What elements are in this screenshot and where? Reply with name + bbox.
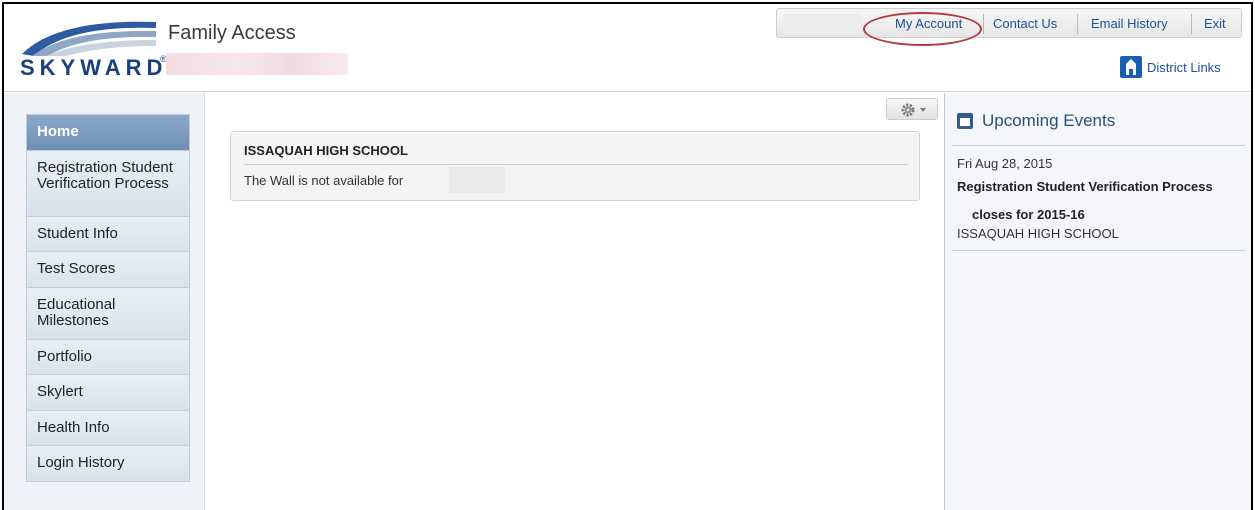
gear-icon — [901, 103, 926, 117]
redacted-user-name — [166, 53, 348, 75]
school-name: ISSAQUAH HIGH SCHOOL — [244, 143, 408, 158]
events-divider — [952, 250, 1245, 251]
contact-us-link[interactable]: Contact Us — [993, 16, 1057, 31]
sidebar-item-health-info[interactable]: Health Info — [27, 410, 189, 445]
nav-divider — [983, 14, 984, 34]
page-header: SKYWARD ® Family Access My Account Conta… — [4, 4, 1251, 92]
logo-wordmark: SKYWARD — [20, 55, 168, 80]
wall-card: ISSAQUAH HIGH SCHOOL The Wall is not ava… — [230, 131, 920, 201]
redacted-student-name — [449, 167, 505, 193]
sidebar-item-skylert[interactable]: Skylert — [27, 374, 189, 410]
exit-link[interactable]: Exit — [1204, 16, 1226, 31]
top-navigation: My Account Contact Us Email History Exit — [776, 8, 1242, 38]
redacted-field — [783, 14, 861, 34]
district-links-label: District Links — [1147, 60, 1221, 75]
sidebar-item-test-scores[interactable]: Test Scores — [27, 251, 189, 287]
event-school: ISSAQUAH HIGH SCHOOL — [957, 226, 1119, 241]
nav-divider — [1077, 14, 1078, 34]
sidebar-item-educational-milestones[interactable]: Educational Milestones — [27, 287, 189, 339]
event-detail: closes for 2015-16 — [972, 207, 1085, 222]
card-divider — [244, 164, 908, 165]
app-title: Family Access — [168, 22, 296, 44]
content-area: Home Registration Student Verification P… — [4, 93, 1251, 510]
sidebar-nav: Home Registration Student Verification P… — [26, 114, 190, 482]
sidebar-item-student-info[interactable]: Student Info — [27, 216, 189, 251]
sidebar-item-home[interactable]: Home — [27, 115, 189, 150]
events-title: Upcoming Events — [982, 111, 1116, 130]
school-icon — [1120, 56, 1142, 78]
app-window: SKYWARD ® Family Access My Account Conta… — [2, 2, 1253, 510]
upcoming-events-panel: Upcoming Events Fri Aug 28, 2015 Registr… — [946, 93, 1251, 510]
sidebar-item-registration[interactable]: Registration Student Verification Proces… — [27, 150, 189, 216]
event-date: Fri Aug 28, 2015 — [957, 156, 1053, 171]
calendar-icon — [957, 113, 973, 129]
wall-message: The Wall is not available for — [244, 173, 404, 188]
highlight-circle — [863, 12, 982, 46]
nav-divider — [1191, 14, 1192, 34]
event-name[interactable]: Registration Student Verification Proces… — [957, 180, 1237, 193]
events-divider — [952, 145, 1245, 146]
main-panel: ISSAQUAH HIGH SCHOOL The Wall is not ava… — [204, 93, 945, 510]
email-history-link[interactable]: Email History — [1091, 16, 1168, 31]
sidebar-item-login-history[interactable]: Login History — [27, 445, 189, 481]
settings-menu-button[interactable] — [886, 98, 938, 120]
skyward-logo: SKYWARD ® — [18, 18, 167, 82]
logo-swoosh-icon — [22, 21, 156, 56]
sidebar-item-portfolio[interactable]: Portfolio — [27, 339, 189, 374]
